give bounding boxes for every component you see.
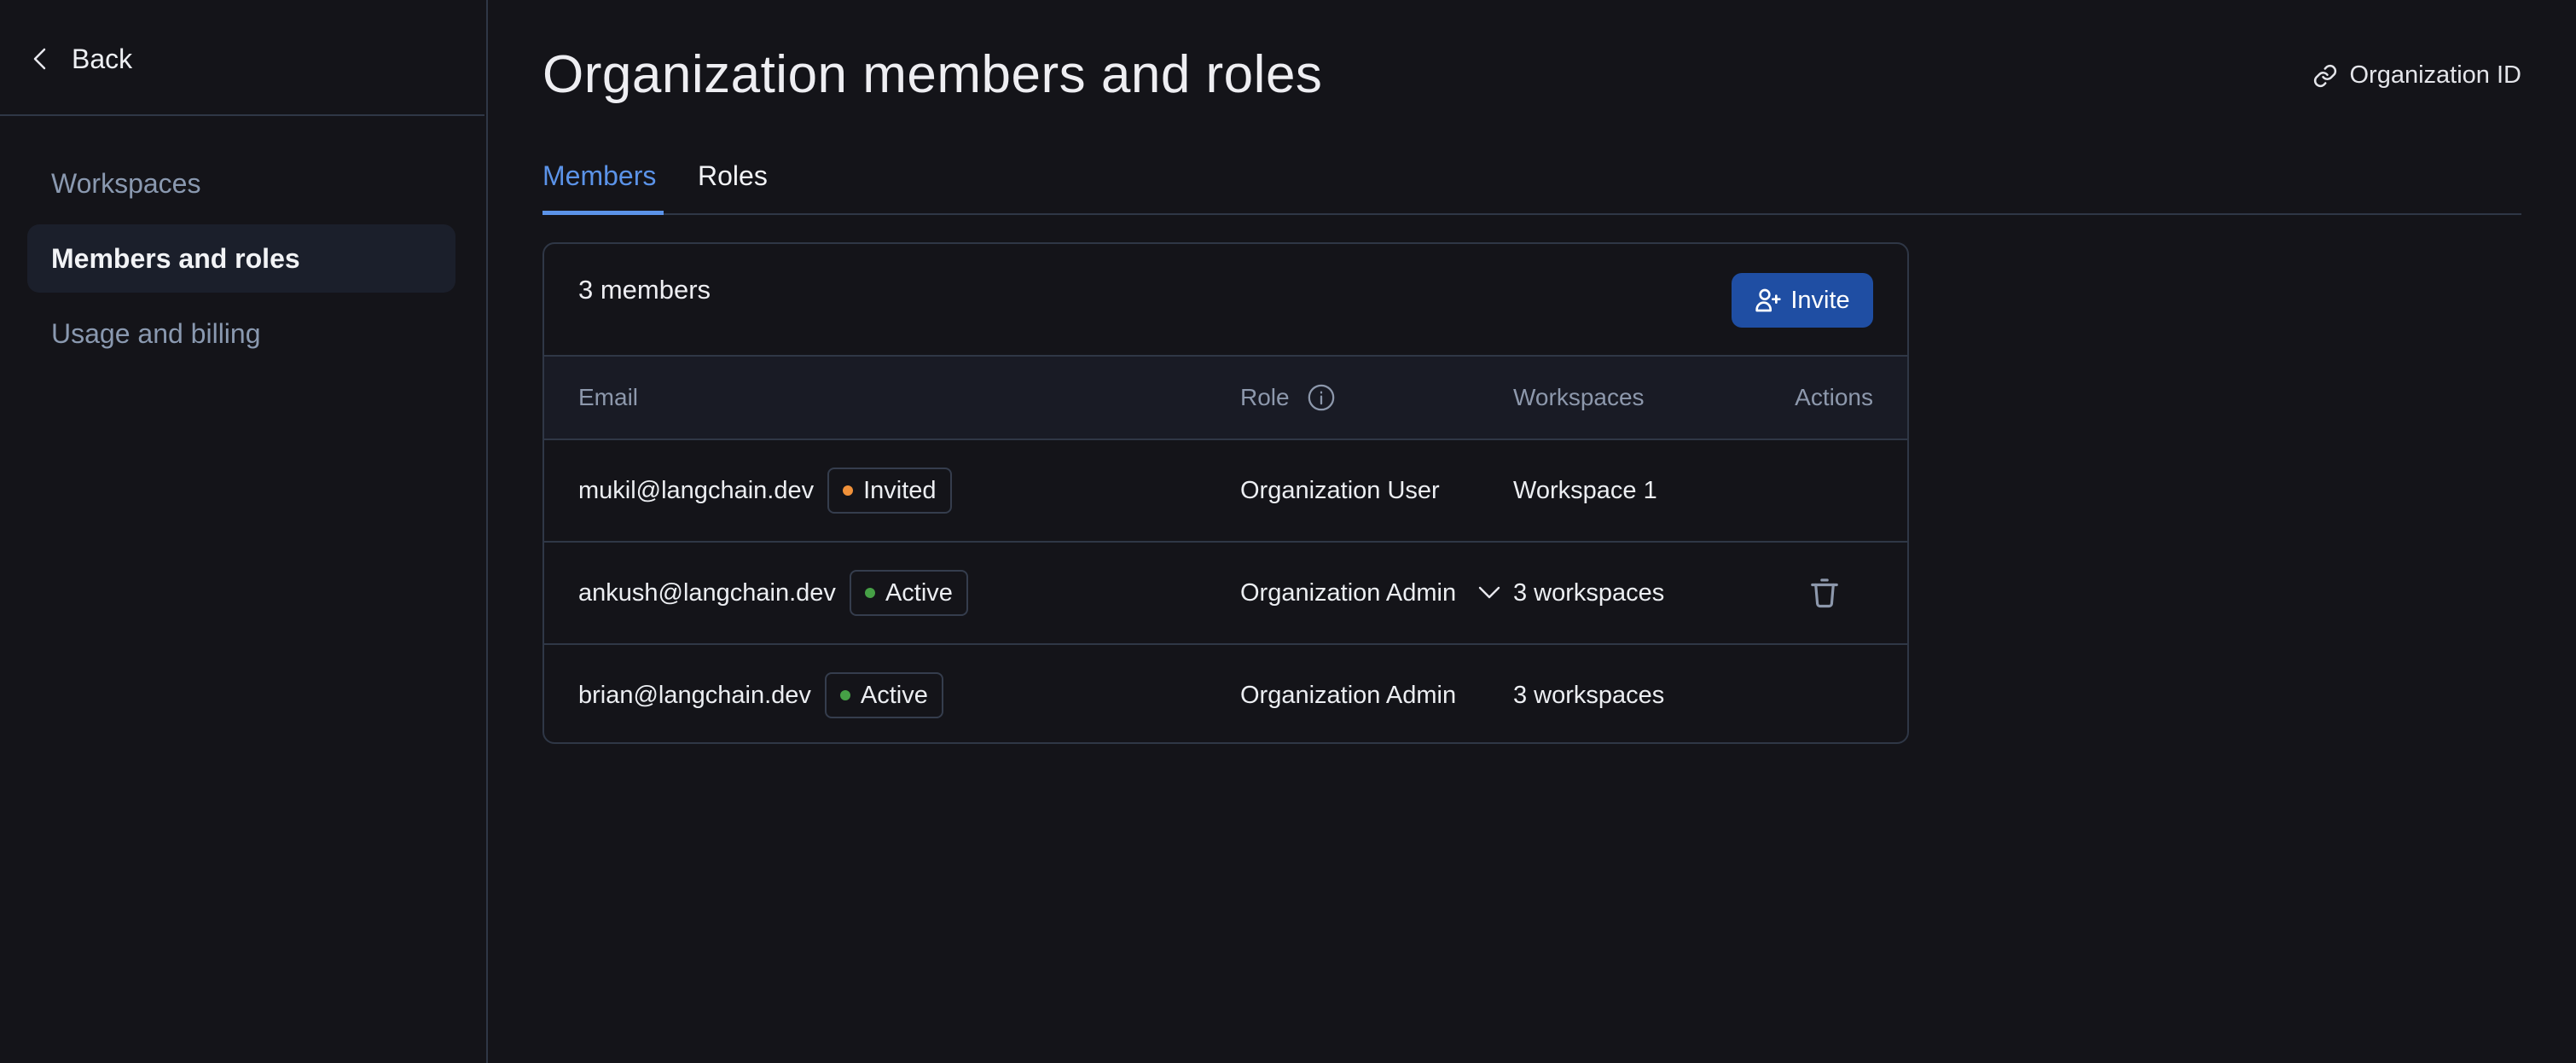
sidebar-item-members-and-roles[interactable]: Members and roles xyxy=(27,224,455,293)
email-cell: mukil@langchain.dev Invited xyxy=(578,440,952,541)
user-plus-icon xyxy=(1755,288,1781,312)
member-email: brian@langchain.dev xyxy=(578,681,811,709)
table-row: ankush@langchain.dev Active Organization… xyxy=(544,543,1907,645)
link-icon xyxy=(2313,64,2336,87)
trash-icon[interactable] xyxy=(1808,577,1841,609)
role-cell: Organization Admin xyxy=(1240,681,1457,709)
workspaces-cell: 3 workspaces xyxy=(1513,578,1665,607)
tab-members[interactable]: Members xyxy=(542,160,664,215)
member-count: 3 members xyxy=(578,275,711,305)
sidebar-item-workspaces[interactable]: Workspaces xyxy=(27,149,455,218)
role-select[interactable]: Organization Admin xyxy=(1240,543,1502,643)
table-row: brian@langchain.dev Active Organization … xyxy=(544,645,1907,742)
status-badge: Active xyxy=(849,570,968,616)
invite-button[interactable]: Invite xyxy=(1732,273,1873,328)
status-label: Invited xyxy=(863,476,937,504)
status-badge: Invited xyxy=(827,468,952,514)
organization-id-label: Organization ID xyxy=(2349,61,2522,89)
sidebar: Back Workspaces Members and roles Usage … xyxy=(0,0,488,1063)
chevron-left-icon xyxy=(33,48,46,70)
members-card: 3 members Invite Email Role Workspaces A… xyxy=(542,242,1909,744)
status-dot-icon xyxy=(839,690,850,700)
column-header-role-label: Role xyxy=(1240,384,1290,410)
workspaces-cell: 3 workspaces xyxy=(1513,681,1665,709)
email-cell: brian@langchain.dev Active xyxy=(578,645,943,742)
status-dot-icon xyxy=(864,588,875,598)
sidebar-divider xyxy=(0,114,484,116)
tab-roles[interactable]: Roles xyxy=(698,160,768,211)
status-badge: Active xyxy=(824,672,943,718)
members-card-header: 3 members Invite xyxy=(544,244,1907,357)
status-dot-icon xyxy=(843,485,854,496)
info-icon[interactable] xyxy=(1307,383,1336,412)
column-header-email: Email xyxy=(578,384,639,410)
back-button[interactable]: Back xyxy=(31,38,132,80)
column-header-workspaces: Workspaces xyxy=(1513,384,1645,410)
role-value: Organization Admin xyxy=(1240,578,1457,607)
member-email: ankush@langchain.dev xyxy=(578,578,836,607)
workspaces-cell: Workspace 1 xyxy=(1513,476,1657,504)
column-header-role: Role xyxy=(1240,357,1336,439)
table-header: Email Role Workspaces Actions xyxy=(544,357,1907,440)
table-row: mukil@langchain.dev Invited Organization… xyxy=(544,440,1907,543)
organization-id-link[interactable]: Organization ID xyxy=(2312,61,2522,90)
status-label: Active xyxy=(885,578,953,607)
member-email: mukil@langchain.dev xyxy=(578,476,815,504)
sidebar-nav: Workspaces Members and roles Usage and b… xyxy=(27,149,455,375)
chevron-down-icon[interactable] xyxy=(1477,584,1502,601)
status-label: Active xyxy=(860,681,928,709)
back-label: Back xyxy=(72,43,133,74)
invite-label: Invite xyxy=(1790,286,1850,314)
column-header-actions: Actions xyxy=(1795,384,1873,410)
email-cell: ankush@langchain.dev Active xyxy=(578,543,968,643)
tabs: Members Roles xyxy=(542,154,2521,215)
sidebar-item-usage-and-billing[interactable]: Usage and billing xyxy=(27,299,455,368)
role-cell: Organization User xyxy=(1240,476,1440,504)
page-title: Organization members and roles xyxy=(542,45,1323,104)
